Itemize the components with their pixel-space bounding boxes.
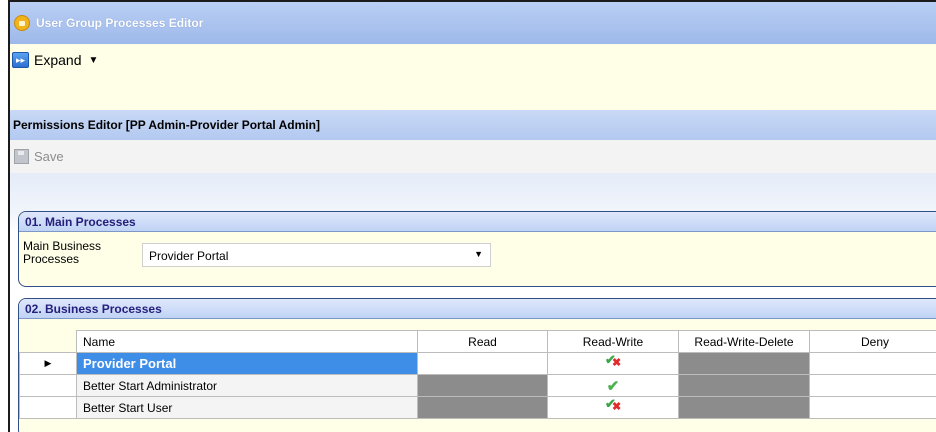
expand-label: Expand: [34, 52, 82, 68]
read-write-delete-cell: [678, 352, 810, 375]
lock-icon: [14, 15, 30, 31]
check-cross-icon: ✔ ✖: [605, 352, 622, 369]
permissions-editor-header: Permissions Editor [PP Admin-Provider Po…: [10, 110, 936, 140]
dropdown-arrow-icon[interactable]: ▼: [474, 249, 483, 259]
selected-process-value: Provider Portal: [149, 249, 229, 263]
read-cell: [417, 396, 548, 419]
permissions-editor-title: Permissions Editor [PP Admin-Provider Po…: [13, 118, 320, 132]
main-toolbar: ▸▸ Expand ▼: [10, 44, 936, 111]
expand-icon: ▸▸: [12, 52, 29, 68]
column-header-read[interactable]: Read: [417, 330, 548, 353]
column-header-read-write-delete[interactable]: Read-Write-Delete: [678, 330, 810, 353]
deny-cell[interactable]: [809, 352, 936, 375]
main-business-processes-label: Main Business Processes: [23, 239, 102, 266]
row-header-corner: [19, 330, 77, 353]
column-header-deny[interactable]: Deny: [809, 330, 936, 353]
read-write-cell[interactable]: ✔ ✖: [547, 352, 679, 375]
process-name-cell[interactable]: Provider Portal: [76, 352, 418, 375]
read-write-delete-cell: [678, 396, 810, 419]
save-toolbar: Save: [10, 140, 936, 173]
table-row[interactable]: Better Start Administrator ✔: [19, 374, 936, 397]
main-business-processes-select[interactable]: Provider Portal ▼: [142, 243, 491, 267]
read-write-cell[interactable]: ✔ ✖: [547, 396, 679, 419]
main-processes-header[interactable]: 01. Main Processes: [19, 212, 936, 232]
deny-cell[interactable]: [809, 396, 936, 419]
read-cell[interactable]: [417, 352, 548, 375]
expand-button[interactable]: ▸▸ Expand ▼: [12, 52, 98, 68]
business-processes-title: 02. Business Processes: [25, 301, 162, 316]
save-disk-icon: [14, 149, 29, 164]
table-row[interactable]: Better Start User ✔ ✖: [19, 396, 936, 419]
editor-content: 01. Main Processes Main Business Process…: [10, 173, 936, 432]
column-header-read-write[interactable]: Read-Write: [547, 330, 679, 353]
title-bar: User Group Processes Editor: [10, 2, 936, 44]
row-header[interactable]: [19, 374, 77, 397]
chevron-down-icon[interactable]: ▼: [88, 55, 98, 66]
deny-cell[interactable]: [809, 374, 936, 397]
save-button[interactable]: Save: [34, 149, 64, 164]
business-processes-grid: Name Read Read-Write Read-Write-Delete D…: [19, 330, 936, 419]
business-processes-section: 02. Business Processes Name Read Read-Wr…: [18, 298, 936, 432]
main-processes-title: 01. Main Processes: [25, 214, 136, 229]
editor-window: User Group Processes Editor ▸▸ Expand ▼ …: [8, 0, 936, 432]
read-write-cell[interactable]: ✔: [547, 374, 679, 397]
read-cell: [417, 374, 548, 397]
column-header-name[interactable]: Name: [76, 330, 418, 353]
table-row[interactable]: ▶ Provider Portal ✔ ✖: [19, 352, 936, 375]
read-write-delete-cell: [678, 374, 810, 397]
current-row-indicator-icon: ▶: [19, 352, 77, 375]
main-processes-section: 01. Main Processes Main Business Process…: [18, 211, 936, 287]
check-cross-icon: ✔ ✖: [605, 396, 622, 413]
business-processes-header[interactable]: 02. Business Processes: [19, 299, 936, 319]
check-icon: ✔: [606, 377, 620, 395]
process-name-cell[interactable]: Better Start Administrator: [76, 374, 418, 397]
row-header[interactable]: [19, 396, 77, 419]
process-name-cell[interactable]: Better Start User: [76, 396, 418, 419]
window-title: User Group Processes Editor: [36, 16, 204, 30]
